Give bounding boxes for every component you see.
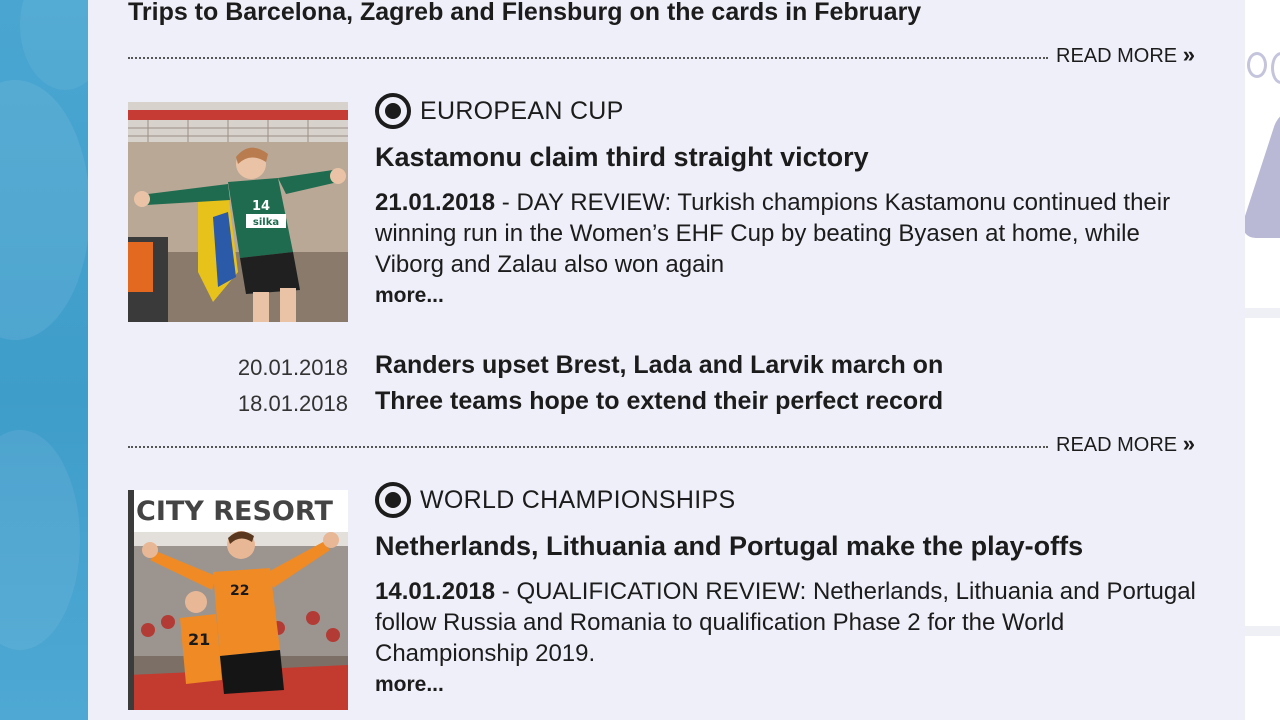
logo-fragment	[1245, 108, 1280, 238]
article-summary: 14.01.2018 - QUALIFICATION REVIEW: Nethe…	[375, 576, 1205, 669]
more-link[interactable]: more...	[375, 673, 444, 697]
jersey-number-text: 21	[188, 630, 210, 649]
article-headline[interactable]: Kastamonu claim third straight victory	[375, 142, 869, 173]
right-sidebar-edge	[1245, 0, 1280, 720]
related-article-date: 20.01.2018	[237, 355, 348, 380]
read-more-label: READ MORE	[1056, 434, 1178, 456]
netherlands-players-photo: CITY RESORT 22 21	[128, 490, 348, 710]
background-decoration	[0, 80, 88, 340]
target-icon	[375, 93, 411, 129]
section-header: WORLD CHAMPIONSHIPS	[375, 482, 735, 518]
logo-fragment	[1247, 52, 1267, 78]
related-article-link[interactable]: Three teams hope to extend their perfect…	[375, 387, 943, 416]
article-summary-text: - DAY REVIEW: Turkish champions Kastamon…	[375, 189, 1171, 278]
sidebar-divider	[1245, 308, 1280, 318]
related-article-link[interactable]: Randers upset Brest, Lada and Larvik mar…	[375, 351, 943, 380]
read-more-link[interactable]: READ MORE »	[1056, 42, 1195, 68]
handball-player-photo: silka 14	[128, 102, 348, 322]
read-more-link[interactable]: READ MORE »	[1056, 431, 1195, 457]
sidebar-divider	[1245, 626, 1280, 636]
svg-text:22: 22	[230, 583, 249, 599]
jersey-number-text: 14	[252, 199, 270, 214]
section-label: EUROPEAN CUP	[420, 96, 624, 125]
article-thumbnail[interactable]: CITY RESORT 22 21	[128, 490, 348, 710]
logo-fragment	[1271, 52, 1280, 84]
read-more-label: READ MORE	[1056, 45, 1178, 67]
article-headline[interactable]: Netherlands, Lithuania and Portugal make…	[375, 531, 1083, 562]
related-article-date: 18.01.2018	[237, 391, 348, 416]
article-thumbnail[interactable]: silka 14	[128, 102, 348, 322]
target-icon	[375, 482, 411, 518]
dotted-divider	[128, 446, 1048, 448]
article-date: 14.01.2018	[375, 578, 496, 605]
background-decoration	[20, 0, 88, 90]
article-summary: 21.01.2018 - DAY REVIEW: Turkish champio…	[375, 187, 1205, 280]
section-header: EUROPEAN CUP	[375, 93, 624, 129]
chevron-right-icon: »	[1182, 431, 1195, 456]
dotted-divider	[128, 57, 1048, 59]
article-date: 21.01.2018	[375, 189, 496, 216]
jersey-sponsor-text: silka	[253, 217, 279, 228]
more-link[interactable]: more...	[375, 284, 444, 308]
background-decoration	[0, 430, 80, 650]
section-label: WORLD CHAMPIONSHIPS	[420, 485, 736, 514]
left-background	[0, 0, 88, 720]
previous-article-teaser[interactable]: Trips to Barcelona, Zagreb and Flensburg…	[128, 0, 921, 27]
chevron-right-icon: »	[1182, 42, 1195, 67]
arena-banner-text: CITY RESORT	[136, 496, 333, 527]
article-summary-text: - QUALIFICATION REVIEW: Netherlands, Lit…	[375, 578, 1196, 667]
